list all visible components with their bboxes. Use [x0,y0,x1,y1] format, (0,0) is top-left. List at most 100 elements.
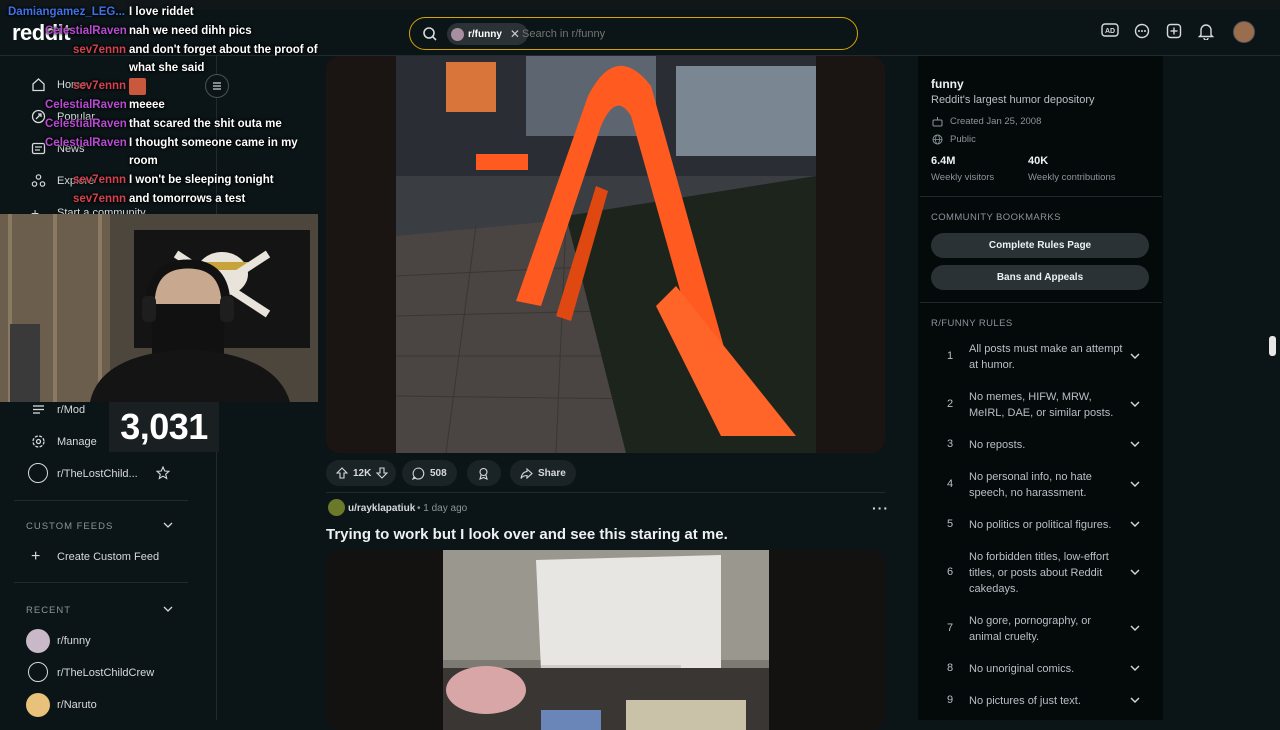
community-name: funny [931,77,964,91]
chevron-down-icon[interactable] [1129,479,1141,489]
weekly-visitors-value: 6.4M [931,155,956,167]
upvote-icon[interactable] [336,467,348,479]
recent-heading[interactable]: RECENT [26,605,71,616]
share-button[interactable]: Share [510,460,576,486]
explore-icon [31,173,46,188]
user-avatar[interactable] [1233,21,1255,43]
chevron-down-icon[interactable] [1129,567,1141,577]
search-scope-chip[interactable]: r/funny ✕ [447,23,528,45]
rule-item[interactable]: 7 No gore, pornography, or animal cruelt… [930,613,1150,645]
chat-message: nah we need dihh pics [129,25,252,37]
chat-message: that scared the shit outa me [129,118,282,130]
rule-number: 3 [947,438,954,450]
chat-username: CelestialRaven [45,118,127,130]
create-post-icon[interactable] [1166,23,1182,39]
home-icon [31,77,46,92]
bookmark-bans-button[interactable]: Bans and Appeals [931,265,1149,290]
created-date: Created Jan 25, 2008 [950,116,1042,127]
visibility-label: Public [950,134,976,145]
viewer-counter: 3,031 [109,402,219,452]
community-icon [28,662,48,682]
chevron-down-icon[interactable] [162,520,174,530]
rule-number: 7 [947,622,954,634]
globe-icon [932,134,943,145]
nav-mod[interactable]: r/Mod [57,404,85,416]
chat-icon[interactable] [1134,23,1150,39]
search-input[interactable] [522,18,842,49]
chevron-down-icon[interactable] [1129,399,1141,409]
share-label: Share [538,467,566,479]
share-icon [520,467,533,480]
recent-item[interactable]: r/Naruto [57,699,97,711]
vote-bar[interactable]: 12K [326,460,396,486]
award-icon [477,467,490,480]
downvote-icon[interactable] [376,467,389,479]
rule-item[interactable]: 5 No politics or political figures. [930,517,1150,533]
post-author[interactable]: u/rayklapatiuk [348,503,415,514]
comments-button[interactable]: 508 [402,460,457,486]
notification-bell-icon[interactable] [1198,23,1214,40]
advertise-icon[interactable]: AD [1101,23,1119,37]
remove-scope-icon[interactable]: ✕ [510,27,520,41]
chat-username: CelestialRaven [45,99,127,111]
chevron-down-icon[interactable] [1129,623,1141,633]
bookmark-rules-button[interactable]: Complete Rules Page [931,233,1149,258]
rule-text: No gore, pornography, or animal cruelty. [969,615,1092,643]
custom-feeds-heading[interactable]: CUSTOM FEEDS [26,521,113,532]
weekly-visitors-label: Weekly visitors [931,172,995,183]
weekly-contributions-value: 40K [1028,155,1049,167]
rule-item[interactable]: 9 No pictures of just text. [930,693,1150,709]
rule-item[interactable]: 1 All posts must make an attempt at humo… [930,341,1150,373]
author-avatar[interactable] [328,499,345,516]
chevron-down-icon[interactable] [1129,519,1141,529]
webcam-overlay [0,214,318,402]
rule-item[interactable]: 8 No unoriginal comics. [930,661,1150,677]
cake-icon [932,116,943,127]
rule-number: 2 [947,398,954,410]
chevron-down-icon[interactable] [162,604,174,614]
rule-text: No pictures of just text. [969,695,1081,707]
rule-item[interactable]: 3 No reposts. [930,437,1150,453]
rule-number: 6 [947,566,954,578]
search-scope-label: r/funny [468,28,502,40]
nav-lostchild[interactable]: r/TheLostChild... [57,468,138,480]
chevron-down-icon[interactable] [1129,663,1141,673]
chat-username: Damiangamez_LEG... [8,6,125,18]
divider [14,500,188,501]
weekly-contributions-label: Weekly contributions [1028,172,1116,183]
star-icon[interactable] [156,466,170,480]
rule-number: 5 [947,518,954,530]
mod-queue-icon [31,402,46,417]
search-icon [422,26,438,42]
funny-avatar [26,629,50,653]
award-button[interactable] [467,460,501,486]
rule-item[interactable]: 6 No forbidden titles, low-effort titles… [930,549,1150,597]
post-title[interactable]: Trying to work but I look over and see t… [326,526,728,543]
post-image[interactable] [326,550,885,730]
chat-message: and don't forget about the proof of what… [129,44,318,74]
chevron-down-icon[interactable] [1129,695,1141,705]
chat-username: sev7ennn [73,174,127,186]
rule-item[interactable]: 4 No personal info, no hate speech, no h… [930,469,1150,501]
comment-count: 508 [430,467,447,479]
chevron-down-icon[interactable] [1129,439,1141,449]
collapse-menu-button[interactable] [205,74,229,98]
comment-icon [412,466,425,480]
search-bar[interactable]: r/funny ✕ [409,17,858,50]
chat-message: and tomorrows a test [129,193,246,205]
post-image[interactable] [326,56,885,453]
more-options-icon[interactable]: ··· [872,500,889,516]
plus-icon: + [31,548,41,565]
rule-number: 4 [947,478,954,490]
chat-username: sev7ennn [73,193,127,205]
divider [14,582,188,583]
rule-item[interactable]: 2 No memes, HIFW, MRW, MeIRL, DAE, or si… [930,389,1150,421]
recent-item[interactable]: r/funny [57,635,91,647]
recent-item[interactable]: r/TheLostChildCrew [57,667,154,679]
create-custom-feed[interactable]: Create Custom Feed [57,551,159,563]
page-scrollbar[interactable] [1269,336,1276,356]
rule-text: No unoriginal comics. [969,663,1075,675]
nav-manage[interactable]: Manage [57,436,97,448]
chevron-down-icon[interactable] [1129,351,1141,361]
rule-text: No reposts. [969,439,1026,451]
